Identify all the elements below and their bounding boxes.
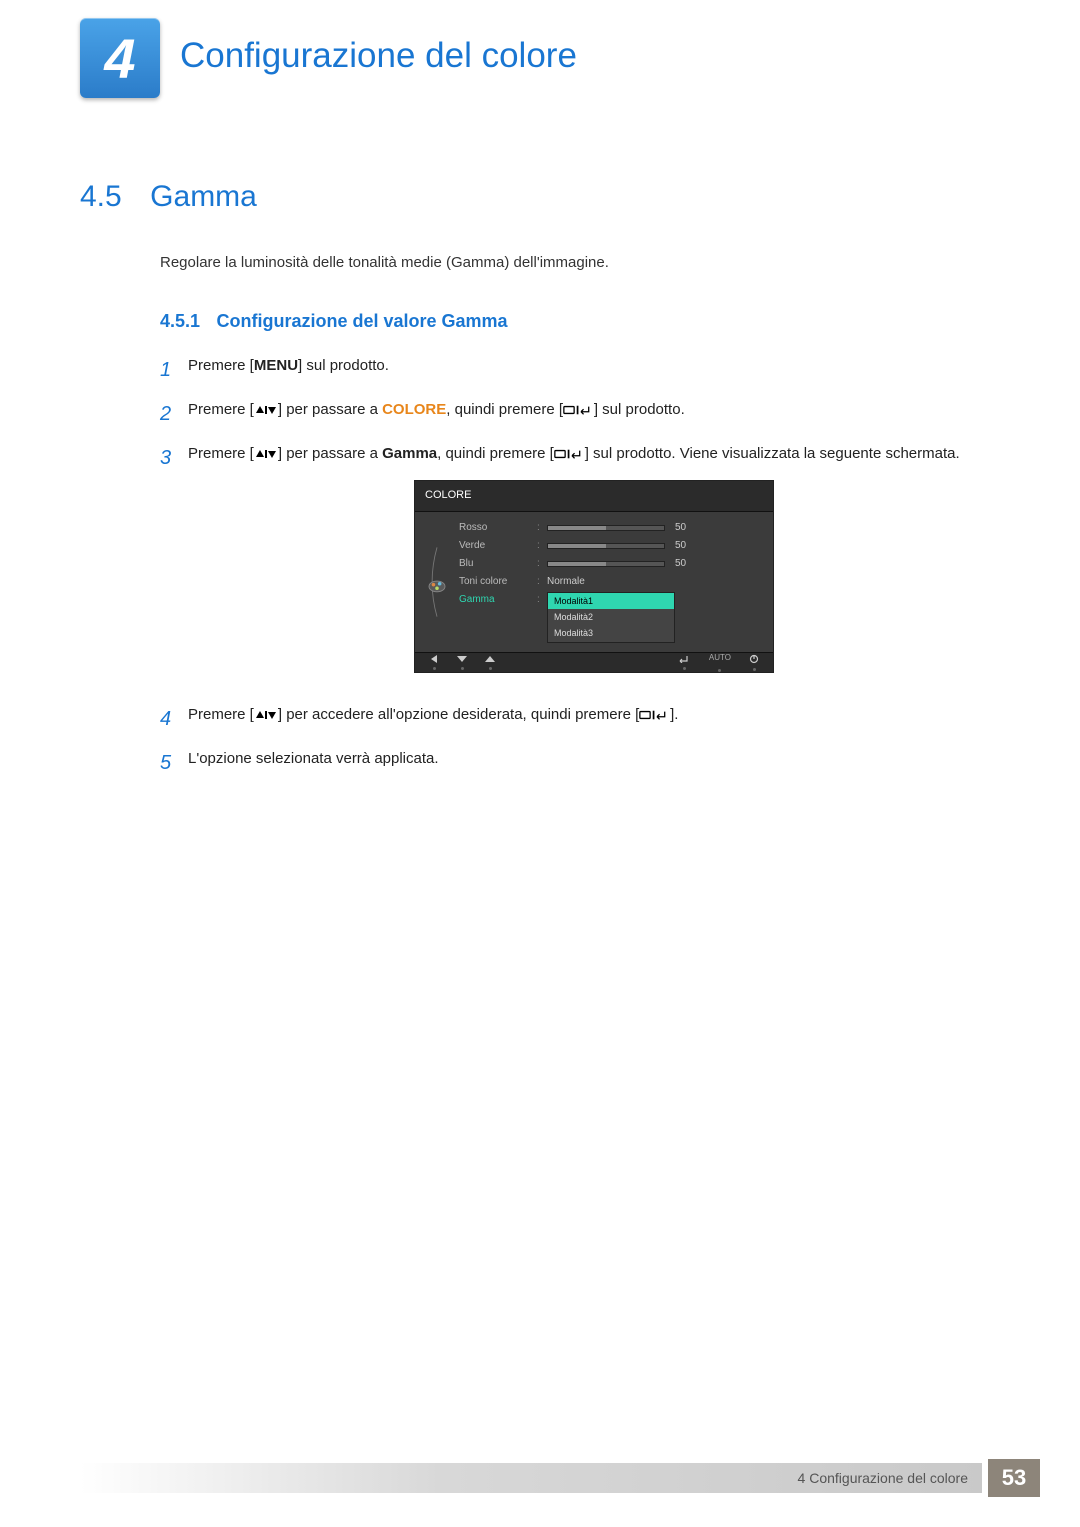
osd-gamma-dropdown: Modalità1 Modalità2 Modalità3 bbox=[547, 592, 675, 643]
step-4: 4 Premere [] per accedere all'opzione de… bbox=[160, 703, 1000, 735]
osd-nav-up-icon bbox=[485, 655, 495, 670]
subsection-title: Configurazione del valore Gamma bbox=[217, 311, 508, 331]
up-down-icon bbox=[254, 708, 278, 722]
chapter-number-badge: 4 bbox=[80, 18, 160, 98]
footer-page-number: 53 bbox=[988, 1459, 1040, 1497]
step-text: Premere [] per passare a Gamma, quindi p… bbox=[188, 442, 1000, 691]
step-number: 4 bbox=[160, 703, 188, 735]
gamma-keyword: Gamma bbox=[382, 445, 437, 462]
step-1: 1 Premere [MENU] sul prodotto. bbox=[160, 354, 1000, 386]
osd-nav-left-icon bbox=[429, 655, 439, 670]
osd-auto-label: AUTO bbox=[709, 652, 731, 672]
osd-enter-icon bbox=[679, 655, 691, 670]
step-text: L'opzione selezionata verrà applicata. bbox=[188, 747, 1000, 771]
colore-keyword: COLORE bbox=[382, 401, 446, 418]
source-enter-icon bbox=[639, 708, 670, 722]
section-title: Gamma bbox=[150, 180, 257, 213]
source-enter-icon bbox=[554, 447, 585, 461]
osd-gamma-option: Modalità1 bbox=[548, 593, 674, 609]
osd-row-verde: Verde : 50 bbox=[459, 538, 763, 555]
section-number: 4.5 bbox=[80, 180, 122, 213]
osd-side-icon bbox=[415, 512, 459, 652]
menu-keyword: MENU bbox=[254, 357, 298, 374]
section-intro: Regolare la luminosità delle tonalità me… bbox=[160, 254, 1000, 271]
osd-power-icon bbox=[749, 654, 759, 671]
osd-header: COLORE bbox=[415, 481, 773, 512]
page-footer: 4 Configurazione del colore 53 bbox=[80, 1459, 1040, 1497]
up-down-icon bbox=[254, 447, 278, 461]
source-enter-icon bbox=[563, 403, 594, 417]
osd-gamma-option: Modalità3 bbox=[548, 625, 674, 641]
step-text: Premere [] per passare a COLORE, quindi … bbox=[188, 398, 1000, 422]
osd-nav-down-icon bbox=[457, 655, 467, 670]
up-down-icon bbox=[254, 403, 278, 417]
step-number: 1 bbox=[160, 354, 188, 386]
osd-row-blu: Blu : 50 bbox=[459, 556, 763, 573]
step-5: 5 L'opzione selezionata verrà applicata. bbox=[160, 747, 1000, 779]
step-number: 3 bbox=[160, 442, 188, 474]
osd-row-toni-colore: Toni colore : Normale bbox=[459, 574, 763, 591]
subsection-number: 4.5.1 bbox=[160, 311, 200, 331]
osd-row-rosso: Rosso : 50 bbox=[459, 520, 763, 537]
chapter-number: 4 bbox=[104, 26, 135, 91]
step-2: 2 Premere [] per passare a COLORE, quind… bbox=[160, 398, 1000, 430]
section-heading: 4.5 Gamma bbox=[80, 180, 1000, 214]
step-3: 3 Premere [] per passare a Gamma, quindi… bbox=[160, 442, 1000, 691]
step-number: 5 bbox=[160, 747, 188, 779]
osd-gamma-option: Modalità2 bbox=[548, 609, 674, 625]
subsection-heading: 4.5.1 Configurazione del valore Gamma bbox=[160, 311, 1000, 332]
page-content: 4.5 Gamma Regolare la luminosità delle t… bbox=[80, 180, 1000, 791]
osd-footer: AUTO bbox=[415, 652, 773, 672]
chapter-title: Configurazione del colore bbox=[180, 36, 577, 76]
step-number: 2 bbox=[160, 398, 188, 430]
step-text: Premere [] per accedere all'opzione desi… bbox=[188, 703, 1000, 727]
steps-list: 1 Premere [MENU] sul prodotto. 2 Premere… bbox=[160, 354, 1000, 779]
osd-row-gamma: Gamma : Modalità1 Modalità2 Modalità3 bbox=[459, 592, 763, 643]
footer-chapter-label: 4 Configurazione del colore bbox=[80, 1463, 982, 1493]
osd-screenshot: COLORE bbox=[188, 480, 1000, 673]
osd-panel: COLORE bbox=[414, 480, 774, 673]
step-text: Premere [MENU] sul prodotto. bbox=[188, 354, 1000, 378]
